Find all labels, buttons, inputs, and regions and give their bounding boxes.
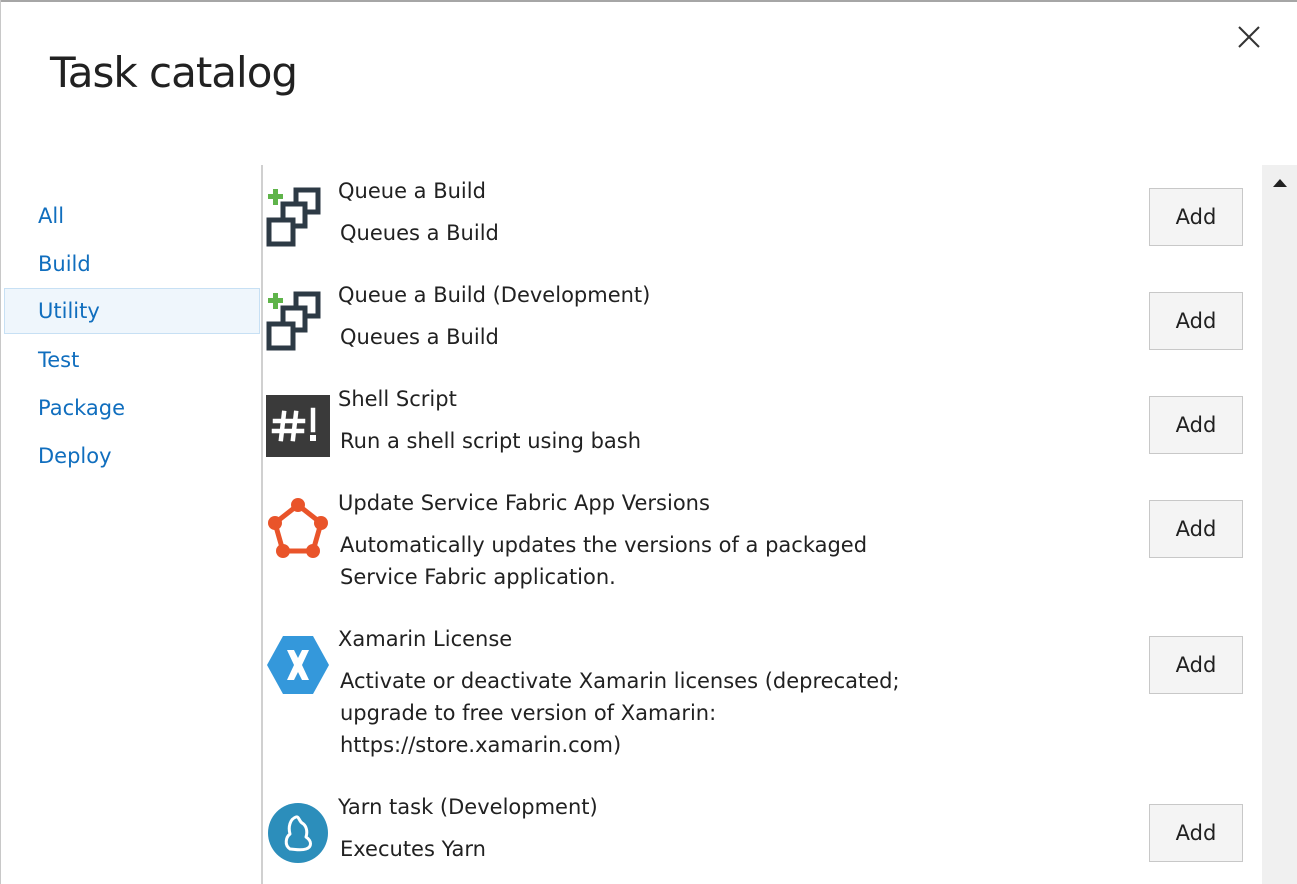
add-button[interactable]: Add [1149,636,1243,694]
task-description: Executes Yarn [340,833,486,865]
service-fabric-icon [268,498,328,558]
sidebar-item-all[interactable]: All [4,192,260,238]
add-button[interactable]: Add [1149,188,1243,246]
task-item-queue-build-dev: Queue a Build (Development) Queues a Bui… [264,269,1260,373]
task-name: Xamarin License [338,627,513,651]
category-sidebar: All Build Utility Test Package Deploy [4,192,260,480]
close-button[interactable] [1226,14,1272,60]
yarn-icon [268,803,328,863]
task-name: Queue a Build (Development) [338,283,651,307]
task-description-line: https://store.xamarin.com) [340,733,622,757]
task-item-xamarin-license: Xamarin License Activate or deactivate X… [264,613,1260,781]
task-name: Shell Script [338,387,457,411]
task-description-line: Run a shell script using bash [340,429,642,453]
task-description: Queues a Build [340,321,499,353]
task-name: Yarn task (Development) [338,795,598,819]
task-name: Queue a Build [338,179,486,203]
window-top-border [0,0,1297,2]
queue-build-icon [266,291,321,351]
task-description-line: upgrade to free version of Xamarin: [340,701,717,725]
sidebar-item-test[interactable]: Test [4,336,260,382]
task-item-queue-build: Queue a Build Queues a Build Add [264,165,1260,269]
task-name: Update Service Fabric App Versions [338,491,710,515]
vertical-scrollbar[interactable] [1262,165,1297,884]
scroll-up-button[interactable] [1262,165,1297,201]
add-button[interactable]: Add [1149,804,1243,862]
close-icon [1238,26,1260,48]
task-description-line: Automatically updates the versions of a … [340,533,868,557]
window-left-border [0,0,1,884]
add-button[interactable]: Add [1149,292,1243,350]
task-item-shell-script: Shell Script Run a shell script using ba… [264,373,1260,477]
task-description-line: Queues a Build [340,221,499,245]
task-description-line: Activate or deactivate Xamarin licenses … [340,669,900,693]
task-item-yarn: Yarn task (Development) Executes Yarn Ad… [264,781,1260,884]
task-list: Queue a Build Queues a Build Add Queue a… [264,165,1260,884]
task-description: Run a shell script using bash [340,425,641,457]
task-description: Automatically updates the versions of a … [340,529,867,593]
xamarin-icon [267,636,329,694]
task-description-line: Service Fabric application. [340,565,616,589]
sidebar-item-package[interactable]: Package [4,384,260,430]
task-item-service-fabric: Update Service Fabric App Versions Autom… [264,477,1260,613]
task-description-line: Executes Yarn [340,837,486,861]
sidebar-item-utility[interactable]: Utility [4,288,260,334]
scroll-up-arrow-icon [1272,179,1287,187]
add-button[interactable]: Add [1149,396,1243,454]
sidebar-item-deploy[interactable]: Deploy [4,432,260,478]
dialog-title: Task catalog [50,48,298,97]
queue-build-icon [266,187,321,247]
task-description: Activate or deactivate Xamarin licenses … [340,665,900,761]
add-button[interactable]: Add [1149,500,1243,558]
sidebar-item-build[interactable]: Build [4,240,260,286]
sidebar-divider [261,165,263,884]
task-description: Queues a Build [340,217,499,249]
task-description-line: Queues a Build [340,325,499,349]
shell-script-icon [266,395,330,457]
